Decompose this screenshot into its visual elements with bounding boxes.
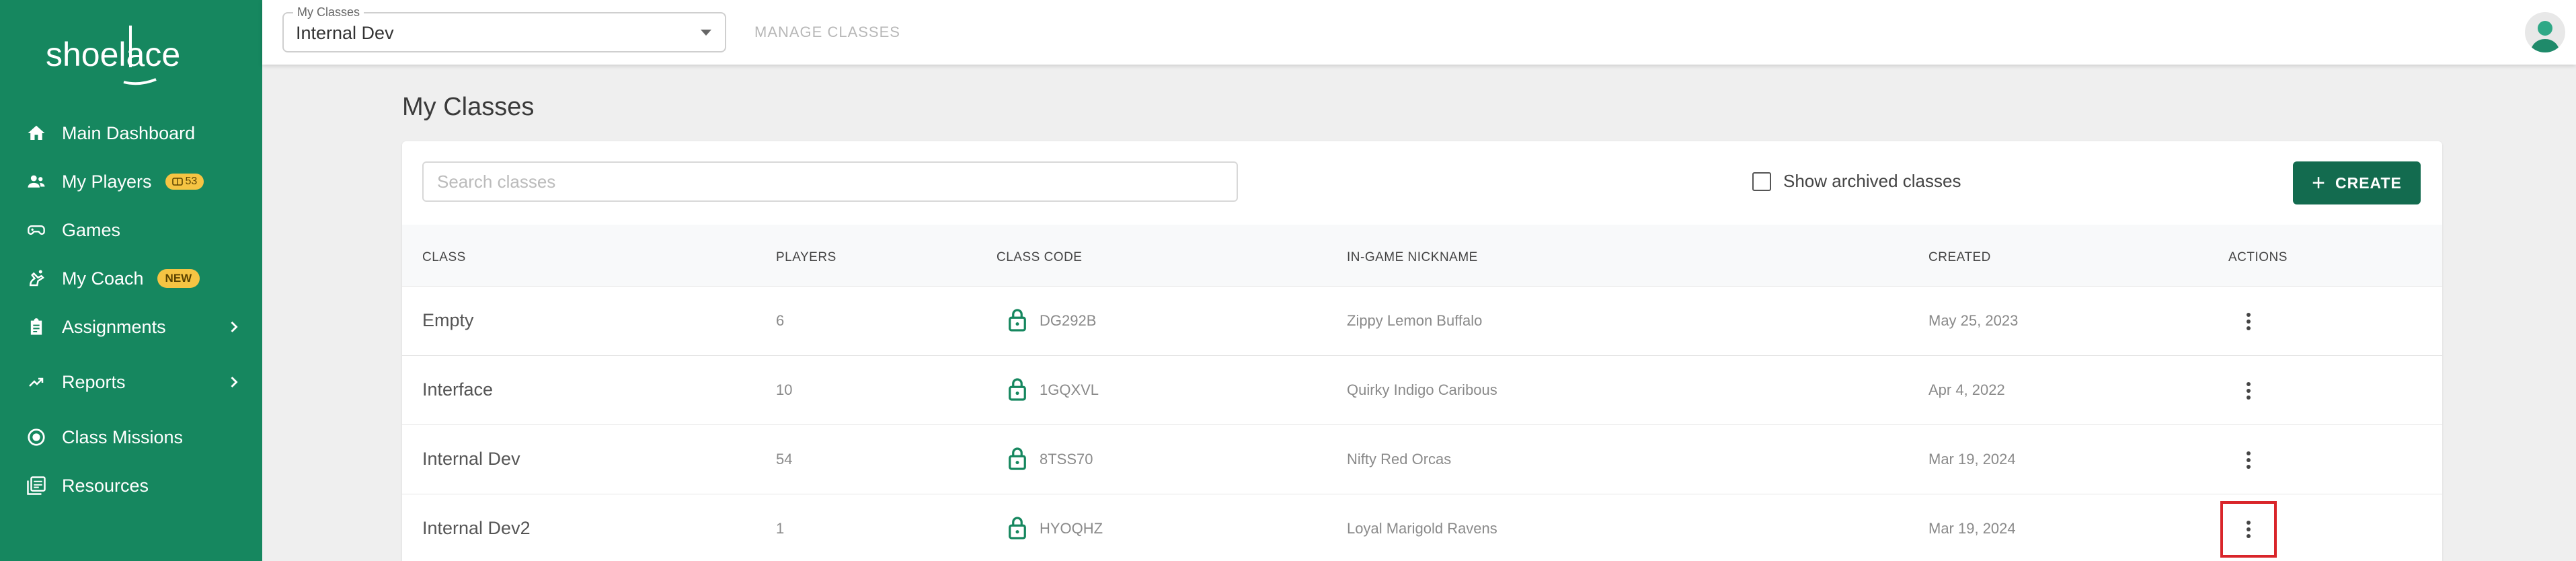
table-row[interactable]: Internal Dev2 1 HYOQHZ Loyal Marigold Ra…: [402, 494, 2442, 561]
create-label: CREATE: [2335, 174, 2402, 192]
clipboard-icon: [24, 315, 48, 339]
sidebar-item-label: Reports: [62, 371, 126, 392]
ticket-icon: [171, 178, 183, 186]
sidebar-item-class-missions[interactable]: Class Missions: [0, 413, 262, 461]
class-select-value: Internal Dev: [296, 23, 394, 43]
sidebar-item-label: Games: [62, 219, 121, 240]
classes-card: Show archived classes + CREATE CLASS PLA…: [402, 141, 2442, 561]
chevron-right-icon: [231, 321, 238, 333]
coach-icon: [24, 266, 48, 291]
players-count: 1: [776, 520, 785, 537]
created-date: Mar 19, 2024: [1928, 451, 2016, 468]
search-input[interactable]: [422, 161, 1238, 202]
players-count: 53: [185, 176, 198, 187]
sidebar-item-label: Assignments: [62, 316, 166, 337]
class-name[interactable]: Internal Dev: [422, 449, 520, 470]
user-avatar-icon: [2530, 21, 2560, 52]
shoelace-logo[interactable]: shoelace: [42, 20, 223, 87]
class-code: DG292B: [1040, 312, 1097, 329]
class-select-legend: My Classes: [293, 5, 364, 20]
players-count: 6: [776, 312, 785, 329]
sidebar-item-label: Class Missions: [62, 426, 184, 447]
players-count: 10: [776, 381, 793, 398]
sidebar-item-games[interactable]: Games: [0, 206, 262, 254]
players-icon: [24, 170, 48, 194]
archived-checkbox[interactable]: [1752, 172, 1771, 191]
caret-down-icon: [701, 30, 711, 36]
gamepad-icon: [24, 218, 48, 242]
class-name[interactable]: Interface: [422, 379, 493, 400]
lock-icon[interactable]: [1007, 447, 1027, 471]
sidebar-item-label: Resources: [62, 475, 149, 496]
sidebar-item-label: My Coach: [62, 268, 144, 289]
lock-icon[interactable]: [1007, 308, 1027, 332]
top-bar: My Classes Internal Dev MANAGE CLASSES: [262, 0, 2576, 65]
nickname: Quirky Indigo Caribous: [1347, 381, 1497, 398]
col-actions: ACTIONS: [2228, 250, 2288, 264]
avatar[interactable]: [2525, 12, 2565, 52]
class-name[interactable]: Empty: [422, 310, 474, 331]
sidebar-item-assignments[interactable]: Assignments: [0, 303, 262, 351]
col-players[interactable]: PLAYERS: [776, 250, 836, 265]
sidebar-nav: Main Dashboard My Players 53 Games My Co…: [0, 109, 262, 510]
nickname: Loyal Marigold Ravens: [1347, 520, 1497, 537]
players-count-badge: 53: [165, 174, 204, 190]
show-archived-toggle[interactable]: Show archived classes: [1752, 171, 1961, 192]
table-row[interactable]: Empty 6 DG292B Zippy Lemon Buffalo May 2…: [402, 287, 2442, 356]
plus-icon: +: [2312, 170, 2326, 196]
class-code: 8TSS70: [1040, 451, 1093, 468]
sidebar: shoelace Main Dashboard My Players 53 Ga: [0, 0, 262, 561]
create-button[interactable]: + CREATE: [2293, 161, 2421, 204]
class-name[interactable]: Internal Dev2: [422, 518, 531, 539]
col-class-code[interactable]: CLASS CODE: [997, 250, 1082, 265]
created-date: Mar 19, 2024: [1928, 520, 2016, 537]
class-code: 1GQXVL: [1040, 381, 1099, 398]
more-actions-icon[interactable]: [2232, 305, 2265, 338]
archived-label: Show archived classes: [1783, 171, 1961, 191]
players-count: 54: [776, 451, 793, 468]
sidebar-item-label: Main Dashboard: [62, 122, 196, 143]
sidebar-item-my-players[interactable]: My Players 53: [0, 157, 262, 206]
sidebar-item-main-dashboard[interactable]: Main Dashboard: [0, 109, 262, 157]
badge-icon: [24, 425, 48, 449]
more-actions-icon[interactable]: [2232, 375, 2265, 407]
sidebar-item-label: My Players: [62, 171, 152, 192]
nickname: Zippy Lemon Buffalo: [1347, 312, 1483, 329]
class-code: HYOQHZ: [1040, 520, 1103, 537]
created-date: Apr 4, 2022: [1928, 381, 2005, 398]
page-title: My Classes: [402, 93, 535, 121]
new-badge: NEW: [157, 269, 200, 288]
col-nickname[interactable]: IN-GAME NICKNAME: [1347, 250, 1478, 265]
chevron-right-icon: [231, 376, 238, 388]
table-header: CLASS PLAYERS CLASS CODE IN-GAME NICKNAM…: [402, 225, 2442, 287]
more-actions-icon[interactable]: [2232, 444, 2265, 476]
sidebar-item-resources[interactable]: Resources: [0, 461, 262, 510]
created-date: May 25, 2023: [1928, 312, 2019, 329]
col-created[interactable]: CREATED: [1928, 250, 1991, 265]
sidebar-item-reports[interactable]: Reports: [0, 358, 262, 406]
col-class[interactable]: CLASS: [422, 250, 466, 265]
manage-classes-link[interactable]: MANAGE CLASSES: [754, 24, 900, 41]
trending-up-icon: [24, 370, 48, 394]
more-actions-icon[interactable]: [2220, 501, 2277, 558]
lock-icon[interactable]: [1007, 516, 1027, 540]
lock-icon[interactable]: [1007, 377, 1027, 402]
nickname: Nifty Red Orcas: [1347, 451, 1452, 468]
table-row[interactable]: Internal Dev 54 8TSS70 Nifty Red Orcas M…: [402, 425, 2442, 494]
library-icon: [24, 474, 48, 498]
logo-text: shoelace: [46, 36, 180, 73]
class-select[interactable]: My Classes Internal Dev: [282, 5, 726, 52]
sidebar-item-my-coach[interactable]: My Coach NEW: [0, 254, 262, 303]
table-row[interactable]: Interface 10 1GQXVL Quirky Indigo Caribo…: [402, 356, 2442, 425]
home-icon: [24, 121, 48, 145]
